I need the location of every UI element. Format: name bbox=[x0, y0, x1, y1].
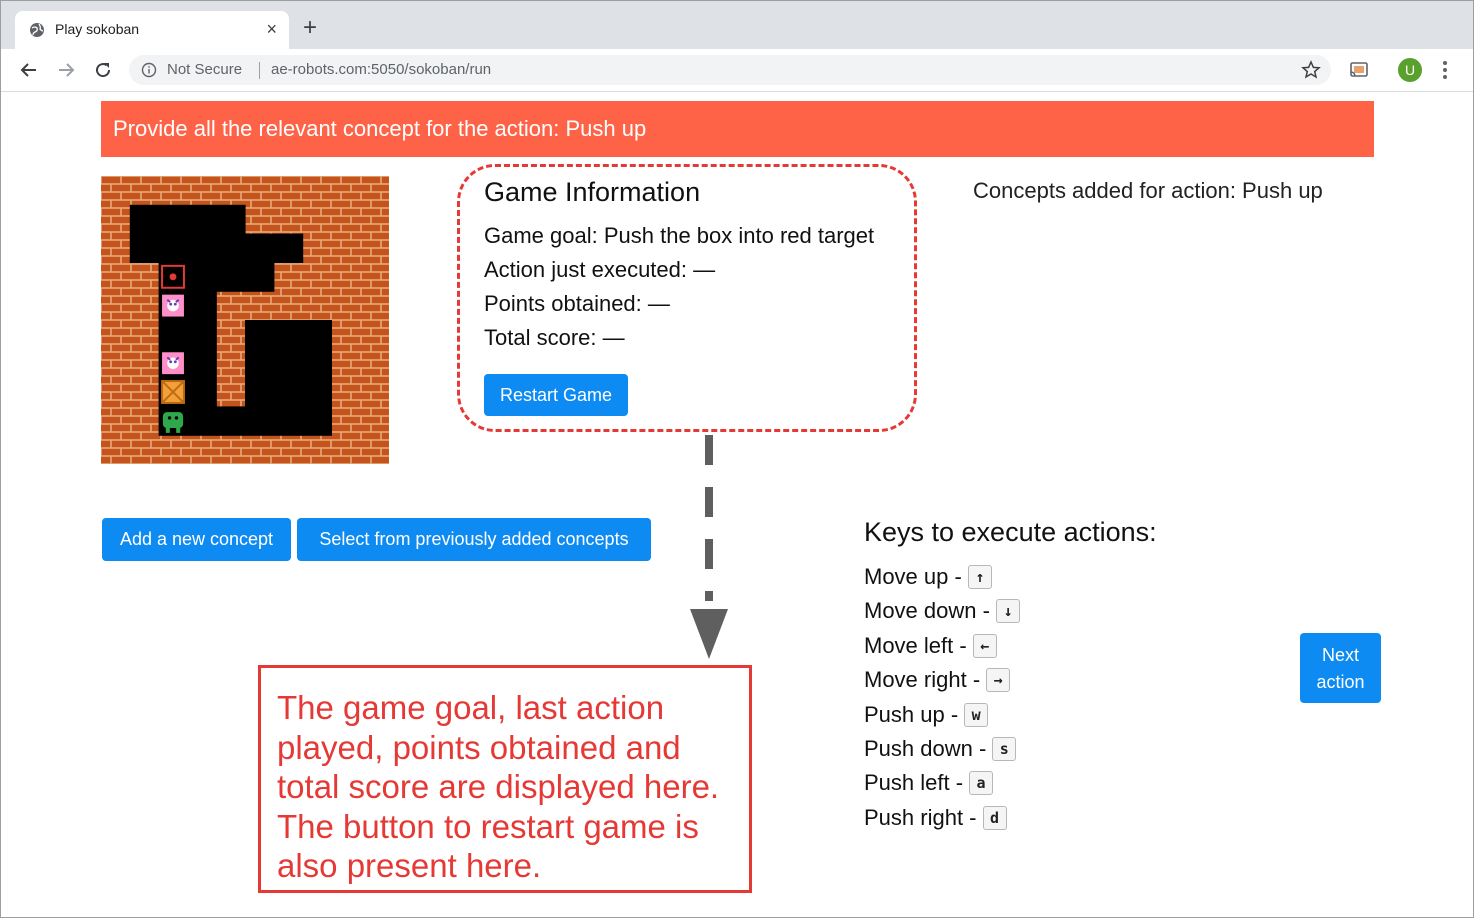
back-arrow-icon[interactable] bbox=[19, 60, 39, 80]
floor-tile bbox=[302, 377, 332, 407]
floor-tile bbox=[187, 406, 217, 436]
floor-tile bbox=[187, 291, 217, 321]
floor-tile bbox=[302, 406, 332, 436]
key-row: Move right - → bbox=[864, 667, 1011, 693]
creature-icon bbox=[162, 352, 184, 375]
instruction-banner: Provide all the relevant concept for the… bbox=[101, 101, 1374, 157]
key-cap: ↓ bbox=[995, 599, 1020, 624]
key-cap: s bbox=[992, 737, 1017, 761]
key-label: Push right - bbox=[864, 804, 977, 830]
url-text[interactable]: ae-robots.com:5050/sokoban/run bbox=[271, 61, 491, 78]
floor-tile bbox=[245, 262, 275, 292]
browser-tab[interactable]: Play sokoban × bbox=[15, 11, 289, 49]
key-label: Move left - bbox=[864, 632, 967, 658]
more-menu-icon[interactable] bbox=[1437, 59, 1453, 81]
key-cap: w bbox=[964, 702, 989, 727]
add-concept-button[interactable]: Add a new concept bbox=[102, 518, 291, 561]
floor-tile bbox=[158, 320, 188, 350]
annotation-callout: The game goal, last action played, point… bbox=[258, 665, 752, 893]
floor-tile bbox=[187, 204, 217, 235]
key-label: Move up - bbox=[864, 564, 962, 589]
keys-heading: Keys to execute actions: bbox=[864, 517, 1157, 547]
floor-tile bbox=[273, 320, 304, 350]
key-row: Push up -w bbox=[864, 701, 989, 728]
floor-tile bbox=[216, 204, 246, 235]
crate-icon bbox=[161, 380, 185, 404]
floor-tile bbox=[187, 262, 217, 292]
floor-tile bbox=[273, 233, 304, 263]
game-goal-text: Game goal: Push the box into red target bbox=[484, 223, 875, 248]
profile-avatar[interactable]: U bbox=[1398, 58, 1422, 82]
key-row: Push down -s bbox=[864, 736, 1017, 762]
floor-tile bbox=[273, 348, 304, 379]
points-obtained-text: Points obtained: — bbox=[484, 291, 670, 316]
floor-tile bbox=[187, 233, 217, 263]
callout-arrow bbox=[690, 435, 728, 659]
new-tab-button[interactable]: + bbox=[303, 15, 317, 41]
concepts-heading: Concepts added for action: Push up bbox=[973, 178, 1323, 203]
banner-text: Provide all the relevant concept for the… bbox=[113, 116, 647, 141]
floor-tile bbox=[245, 377, 275, 407]
last-action-text: Action just executed: — bbox=[484, 257, 716, 282]
key-cap: a bbox=[969, 771, 994, 796]
tab-title: Play sokoban bbox=[55, 21, 140, 37]
floor-tile bbox=[216, 406, 246, 436]
key-row: Move down - ↓ bbox=[864, 598, 1020, 624]
floor-tile bbox=[302, 320, 332, 350]
key-row: Push right -d bbox=[864, 805, 1007, 831]
browser-toolbar: Not Secure ae-robots.com:5050/sokoban/ru… bbox=[1, 49, 1473, 92]
floor-tile bbox=[187, 377, 217, 407]
key-label: Move right - bbox=[864, 667, 981, 693]
floor-tile bbox=[245, 348, 275, 379]
next-action-label-line1: Next bbox=[1321, 645, 1359, 665]
floor-tile bbox=[245, 406, 275, 436]
floor-tile bbox=[187, 320, 217, 350]
close-tab-icon[interactable]: × bbox=[266, 19, 277, 39]
floor-tile bbox=[129, 233, 160, 263]
floor-tile bbox=[216, 233, 246, 263]
select-previous-concepts-button[interactable]: Select from previously added concepts bbox=[297, 518, 651, 561]
bookmark-star-icon[interactable] bbox=[1301, 60, 1321, 80]
key-cap: ← bbox=[972, 633, 997, 658]
next-action-label-line2: action bbox=[1316, 672, 1365, 692]
key-row: Push left -a bbox=[864, 770, 994, 796]
floor-tile bbox=[302, 348, 332, 379]
key-row: Move left - ← bbox=[864, 633, 997, 659]
reload-icon[interactable] bbox=[93, 60, 113, 80]
key-label: Push down - bbox=[864, 736, 987, 761]
floor-tile bbox=[129, 204, 160, 235]
creature-icon bbox=[162, 294, 184, 317]
floor-tile bbox=[216, 262, 246, 292]
key-row: Move up - ↑ bbox=[864, 564, 992, 590]
key-cap: ↑ bbox=[967, 565, 992, 589]
key-label: Push up - bbox=[864, 701, 959, 727]
key-label: Push left - bbox=[864, 770, 964, 796]
floor-tile bbox=[187, 348, 217, 379]
security-label: Not Secure bbox=[167, 61, 243, 78]
key-cap: d bbox=[982, 805, 1007, 830]
floor-tile bbox=[245, 320, 275, 350]
floor-tile bbox=[158, 204, 188, 235]
next-action-button[interactable]: Next action bbox=[1300, 633, 1381, 703]
restart-game-button[interactable]: Restart Game bbox=[484, 374, 628, 416]
floor-tile bbox=[245, 233, 275, 263]
cast-icon[interactable] bbox=[1349, 60, 1369, 80]
floor-tile bbox=[273, 406, 304, 436]
total-score-text: Total score: — bbox=[484, 325, 625, 350]
sokoban-board bbox=[101, 176, 389, 464]
floor-tile bbox=[273, 377, 304, 407]
floor-tile bbox=[158, 233, 188, 263]
key-label: Move down - bbox=[864, 598, 990, 624]
browser-window: Play sokoban × + Not Secure ae-robots.co… bbox=[0, 0, 1474, 918]
game-info-title: Game Information bbox=[484, 177, 701, 207]
key-cap: → bbox=[986, 668, 1011, 693]
info-icon[interactable] bbox=[141, 62, 157, 78]
address-divider bbox=[259, 62, 260, 79]
globe-icon bbox=[30, 23, 44, 37]
forward-arrow-icon[interactable] bbox=[56, 60, 76, 80]
address-bar[interactable]: Not Secure ae-robots.com:5050/sokoban/ru… bbox=[129, 55, 1331, 85]
annotation-text: The game goal, last action played, point… bbox=[277, 689, 720, 884]
tab-bar: Play sokoban × + bbox=[1, 1, 1473, 49]
